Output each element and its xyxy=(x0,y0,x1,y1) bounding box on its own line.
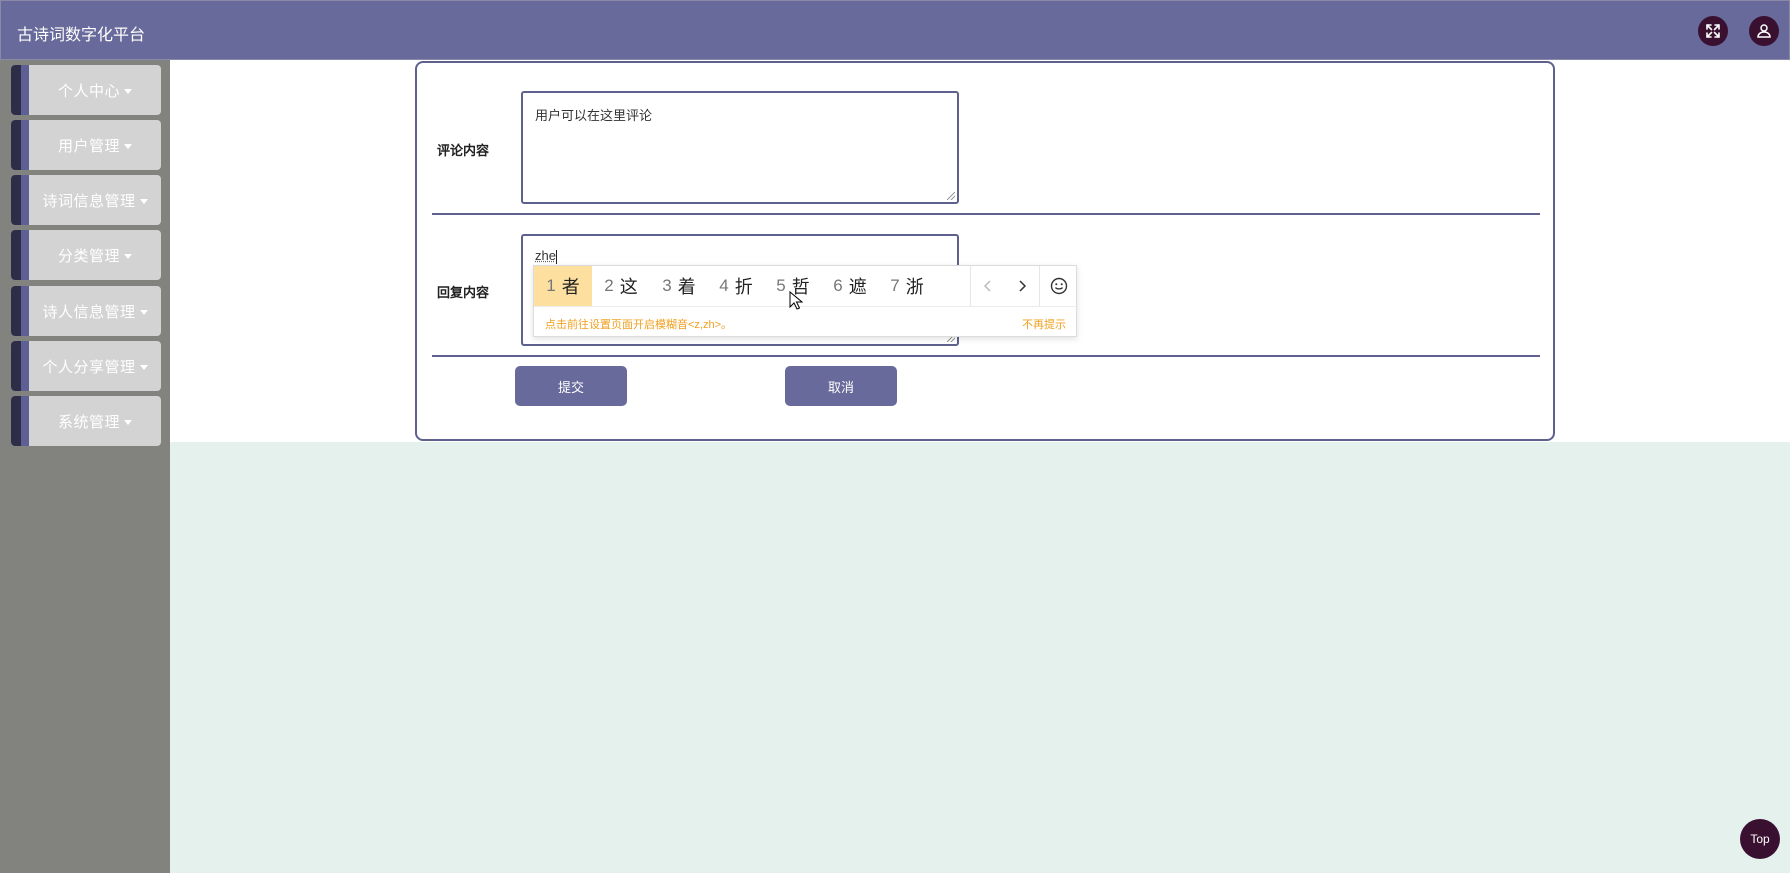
sidebar-item-label: 分类管理 xyxy=(57,247,120,265)
comment-text: 用户可以在这里评论 xyxy=(535,108,653,123)
reply-label: 回复内容 xyxy=(437,285,490,300)
sidebar: 个人中心 用户管理 诗词信息管理 分类管理 诗人信息管理 个人分享管理 系统管理 xyxy=(0,60,170,873)
text-caret xyxy=(555,249,557,264)
caret-down-icon xyxy=(124,419,132,425)
cancel-button[interactable]: 取消 xyxy=(785,366,897,406)
fullscreen-button[interactable] xyxy=(1698,16,1728,46)
user-icon xyxy=(1757,24,1771,38)
sidebar-item-system-management[interactable]: 系统管理 xyxy=(11,396,161,446)
back-to-top-button[interactable]: Top xyxy=(1740,819,1780,859)
comment-label: 评论内容 xyxy=(437,143,490,158)
fullscreen-expand-icon xyxy=(1706,24,1720,38)
ime-candidate-4[interactable]: 4折 xyxy=(708,266,764,306)
sidebar-item-label: 个人中心 xyxy=(57,82,120,100)
sidebar-item-poet-management[interactable]: 诗人信息管理 xyxy=(11,286,161,336)
ime-next-button[interactable] xyxy=(1005,266,1039,306)
sidebar-item-label: 个人分享管理 xyxy=(42,358,136,376)
ime-prev-button[interactable] xyxy=(971,266,1005,306)
comment-textarea[interactable]: 用户可以在这里评论 xyxy=(521,91,959,204)
smiley-icon xyxy=(1050,277,1068,295)
sidebar-item-personal-center[interactable]: 个人中心 xyxy=(11,65,161,115)
app-title: 古诗词数字化平台 xyxy=(17,27,146,44)
sidebar-item-poem-management[interactable]: 诗词信息管理 xyxy=(11,175,161,225)
chevron-right-icon xyxy=(1019,280,1027,292)
caret-down-icon xyxy=(139,198,148,204)
resize-grip-icon[interactable] xyxy=(947,192,955,200)
reply-form: 评论内容 用户可以在这里评论 回复内容 zhe 提交 取消 xyxy=(415,61,1555,441)
sidebar-item-label: 诗词信息管理 xyxy=(42,192,136,210)
ime-candidate-popup: 1者 2这 3着 4折 5哲 6遮 7浙 点击前往设置页面开启模糊音<z,zh>… xyxy=(533,265,1078,337)
ime-candidate-1[interactable]: 1者 xyxy=(534,266,592,306)
ime-candidate-7[interactable]: 7浙 xyxy=(878,266,936,306)
ime-candidate-6[interactable]: 6遮 xyxy=(822,266,878,306)
chevron-left-icon xyxy=(983,280,991,292)
sidebar-item-label: 诗人信息管理 xyxy=(42,303,136,321)
caret-down-icon xyxy=(139,364,148,370)
ime-hint-text[interactable]: 点击前往设置页面开启模糊音<z,zh>。 xyxy=(545,316,732,332)
ime-candidate-3[interactable]: 3着 xyxy=(650,266,708,306)
ime-dismiss-link[interactable]: 不再提示 xyxy=(1022,316,1066,332)
sidebar-item-user-management[interactable]: 用户管理 xyxy=(11,120,161,170)
submit-button[interactable]: 提交 xyxy=(515,366,627,406)
caret-down-icon xyxy=(124,253,132,259)
reply-text: zhe xyxy=(535,248,556,263)
sidebar-item-share-management[interactable]: 个人分享管理 xyxy=(11,341,161,391)
ime-emoji-button[interactable] xyxy=(1040,266,1078,306)
sidebar-item-label: 用户管理 xyxy=(57,137,120,155)
caret-down-icon xyxy=(124,88,132,94)
sidebar-item-category-management[interactable]: 分类管理 xyxy=(11,230,161,280)
caret-down-icon xyxy=(139,309,148,315)
top-header: 古诗词数字化平台 xyxy=(0,0,1790,60)
divider xyxy=(432,355,1540,357)
mouse-pointer-icon xyxy=(789,291,803,310)
user-button[interactable] xyxy=(1749,16,1779,46)
caret-down-icon xyxy=(124,143,132,149)
divider xyxy=(432,213,1540,215)
ime-candidate-2[interactable]: 2这 xyxy=(592,266,650,306)
sidebar-item-label: 系统管理 xyxy=(57,413,120,431)
